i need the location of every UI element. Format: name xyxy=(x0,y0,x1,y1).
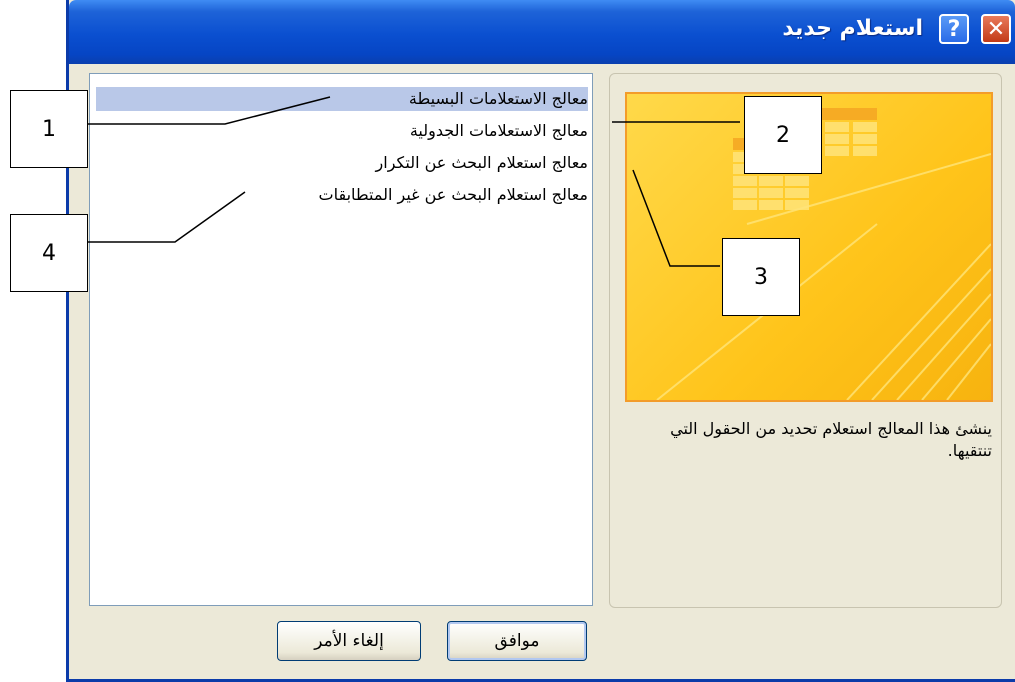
callout-3: 3 xyxy=(722,238,800,316)
callout-4: 4 xyxy=(10,214,88,292)
callout-2: 2 xyxy=(744,96,822,174)
callout-1: 1 xyxy=(10,90,88,168)
callout-lines xyxy=(88,96,740,267)
